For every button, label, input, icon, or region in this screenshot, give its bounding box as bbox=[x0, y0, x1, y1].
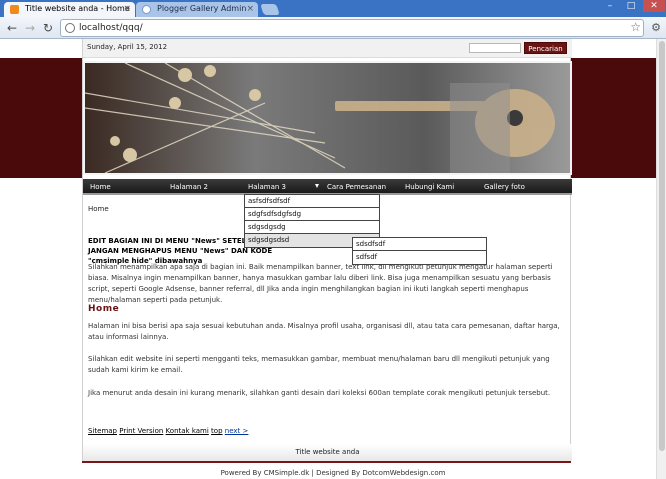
search-button[interactable]: Pencarian bbox=[524, 42, 567, 54]
menu-item-home[interactable]: Home bbox=[90, 179, 111, 195]
wrench-menu-icon[interactable]: ⚙ bbox=[649, 20, 663, 36]
footer-site-title: Title website anda bbox=[83, 444, 572, 461]
vertical-scrollbar[interactable] bbox=[656, 39, 666, 479]
breadcrumb: Home bbox=[88, 205, 109, 213]
next-link[interactable]: next > bbox=[225, 427, 249, 435]
forward-arrow-icon[interactable]: → bbox=[22, 20, 38, 36]
sitemap-link[interactable]: Sitemap bbox=[88, 427, 117, 435]
powered-by: Powered By CMSimple.dk | Designed By Dot… bbox=[220, 469, 446, 477]
submenu-item[interactable]: sdsdfsdf bbox=[353, 238, 486, 251]
top-link[interactable]: top bbox=[211, 427, 222, 435]
main-menu: Home Halaman 2 Halaman 3 Cara Pemesanan … bbox=[83, 179, 572, 195]
menu-item-halaman-3[interactable]: Halaman 3 bbox=[248, 179, 286, 195]
page-heading: Home bbox=[88, 304, 120, 314]
menu-item-cara-pemesanan[interactable]: Cara Pemesanan bbox=[327, 179, 386, 195]
search-input[interactable] bbox=[469, 43, 521, 53]
cursor-icon bbox=[315, 184, 319, 188]
top-bar: Sunday, April 15, 2012 Pencarian bbox=[83, 39, 572, 58]
globe-icon bbox=[65, 23, 75, 33]
submenu: sdsdfsdf sdfsdf bbox=[352, 237, 487, 265]
dropdown-item[interactable]: asfsdfsdfsdf bbox=[245, 195, 379, 208]
address-bar[interactable]: ☆ bbox=[60, 19, 644, 37]
content-paragraph: Jika menurut anda desain ini kurang mena… bbox=[88, 389, 551, 397]
menu-item-halaman-2[interactable]: Halaman 2 bbox=[170, 179, 208, 195]
content-paragraph: Halaman ini bisa berisi apa saja sesuai … bbox=[88, 322, 560, 341]
dropdown-item[interactable]: sdgfsdfsdgfsdg bbox=[245, 208, 379, 221]
tab-close-icon[interactable]: × bbox=[123, 2, 131, 16]
reload-icon[interactable]: ↻ bbox=[40, 20, 56, 36]
site-favicon-icon bbox=[10, 5, 19, 14]
maximize-button[interactable]: □ bbox=[621, 0, 641, 12]
footer-links: Sitemap Print Version Kontak kami top ne… bbox=[88, 427, 248, 435]
new-tab-button[interactable] bbox=[260, 4, 280, 15]
current-date: Sunday, April 15, 2012 bbox=[87, 43, 168, 51]
footer-divider bbox=[82, 461, 571, 463]
tab-close-icon[interactable]: × bbox=[246, 2, 254, 16]
back-arrow-icon[interactable]: ← bbox=[4, 20, 20, 36]
browser-tab-inactive[interactable]: Plogger Gallery Admin × bbox=[136, 2, 258, 17]
web-page: Sunday, April 15, 2012 Pencarian Home Ha… bbox=[0, 39, 666, 479]
site-container: Sunday, April 15, 2012 Pencarian Home Ha… bbox=[82, 39, 572, 463]
bookmark-star-icon[interactable]: ☆ bbox=[630, 20, 641, 34]
intro-paragraph: Silahkan menampilkan apa saja di bagian … bbox=[88, 263, 553, 304]
close-window-button[interactable]: ✕ bbox=[643, 0, 665, 12]
print-version-link[interactable]: Print Version bbox=[119, 427, 163, 435]
tab-title: Title website anda - Home bbox=[25, 4, 130, 13]
url-input[interactable] bbox=[79, 21, 619, 35]
kontak-kami-link[interactable]: Kontak kami bbox=[166, 427, 209, 435]
header-banner-image bbox=[83, 61, 572, 175]
browser-toolbar: ← → ↻ ☆ ⚙ bbox=[0, 17, 666, 39]
minimize-button[interactable]: – bbox=[600, 0, 620, 12]
globe-favicon-icon bbox=[142, 5, 151, 14]
browser-tabstrip: Title website anda - Home × Plogger Gall… bbox=[0, 0, 666, 17]
dropdown-item[interactable]: sdgsdgsdg bbox=[245, 221, 379, 234]
edit-note-line: JANGAN MENGHAPUS MENU "News" DAN KODE bbox=[88, 247, 273, 255]
scrollbar-thumb[interactable] bbox=[659, 41, 665, 451]
menu-item-gallery-foto[interactable]: Gallery foto bbox=[484, 179, 525, 195]
submenu-item[interactable]: sdfsdf bbox=[353, 251, 486, 264]
content-paragraph: Silahkan edit website ini seperti mengga… bbox=[88, 355, 550, 374]
menu-item-hubungi-kami[interactable]: Hubungi Kami bbox=[405, 179, 454, 195]
browser-tab-active[interactable]: Title website anda - Home × bbox=[4, 2, 135, 17]
tab-title: Plogger Gallery Admin bbox=[157, 4, 247, 13]
